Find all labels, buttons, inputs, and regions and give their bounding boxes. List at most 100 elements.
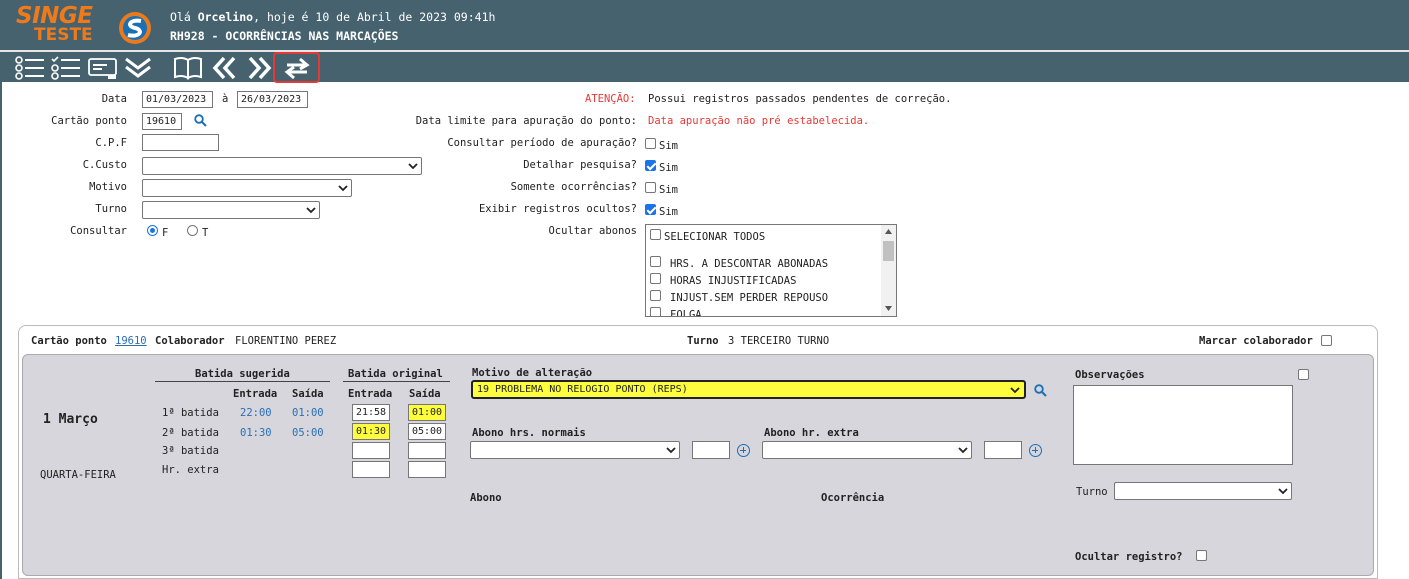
abono-option-checkbox[interactable] [650,273,661,284]
data-label: Data [101,93,127,105]
consultar-radio-t[interactable] [187,225,198,236]
original-entrada-input[interactable] [352,442,390,459]
turno-select[interactable] [142,201,320,219]
abono-option-checkbox[interactable] [650,229,661,240]
abono-normais-select[interactable] [470,441,680,459]
somente-label: Somente ocorrências? [510,181,637,193]
motivo-alteracao-label: Motivo de alteração [472,367,593,379]
data-limite-value: Data apuração não pré estabelecida. [648,115,870,127]
original-saida-input[interactable]: 01:00 [408,404,446,421]
cpf-label: C.P.F [95,137,127,149]
list-icon[interactable] [14,55,46,81]
consultar-periodo-label: Consultar período de apuração? [447,137,637,149]
consultar-label: Consultar [70,225,127,237]
motivo-select[interactable] [142,179,352,197]
abono-option-label: FOLGA [670,309,702,317]
add-abono-extra-icon[interactable] [1029,444,1042,457]
exibir-checkbox[interactable] [645,204,656,215]
toolbar [0,50,1409,83]
ocultar-registro-label: Ocultar registro? [1075,551,1183,563]
detalhar-checkbox[interactable] [645,160,656,171]
batida-row-label: 3ª batida [162,445,219,457]
book-icon[interactable] [172,55,204,81]
abono-extra-select[interactable] [762,441,972,459]
scroll-up-icon[interactable] [885,229,892,234]
page-title: RH928 - OCORRÊNCIAS NAS MARCAÇÕES [170,29,399,43]
double-chevron-right-icon[interactable] [244,55,276,81]
abono-option-checkbox[interactable] [650,290,661,301]
original-divider [343,381,450,382]
abono-column-header: Abono [470,492,502,504]
sugerida-saida-header: Saída [292,388,324,400]
colab-turno-value: 3 TERCEIRO TURNO [728,335,830,347]
abono-normais-label: Abono hrs. normais [472,427,586,439]
atencao-text: Possui registros passados pendentes de c… [648,93,952,105]
day-turno-select[interactable] [1114,482,1292,500]
batida-sugerida-header: Batida sugerida [195,368,290,380]
abono-option-checkbox[interactable] [650,256,661,267]
colab-cartao-label: Cartão ponto [31,335,107,347]
consultar-periodo-checkbox[interactable] [645,138,656,149]
abono-extra-hours-input[interactable] [984,441,1022,459]
data-separator: à [222,93,229,105]
chevron-down-icon [1010,387,1020,394]
scroll-down-icon[interactable] [885,306,892,311]
add-abono-normais-icon[interactable] [737,444,750,457]
sugerida-entrada-header: Entrada [233,388,278,400]
somente-checkbox[interactable] [645,182,656,193]
observacoes-label: Observações [1075,369,1145,381]
day-turno-label: Turno [1076,486,1108,498]
batida-row-label: 2ª batida [162,427,219,439]
abono-normais-hours-input[interactable] [692,441,730,459]
search-icon[interactable] [1034,384,1047,397]
original-entrada-input[interactable]: 01:30 [352,423,390,440]
original-entrada-header: Entrada [348,388,393,400]
cartao-ponto-input[interactable]: 19610 [142,113,182,130]
abono-option-label: INJUST.SEM PERDER REPOUSO [670,292,829,304]
colab-cartao-link[interactable]: 19610 [115,335,147,347]
motivo-label: Motivo [89,181,127,193]
abono-option-checkbox[interactable] [650,307,661,316]
ocultar-registro-checkbox[interactable] [1196,550,1207,561]
checklist-icon[interactable] [50,55,82,81]
original-saida-input[interactable]: 05:00 [408,423,446,440]
colab-turno-label: Turno [687,335,719,347]
ocultar-abonos-listbox[interactable]: SELECIONAR TODOS HRS. A DESCONTAR ABONAD… [645,224,897,317]
day-date: 1 Março [43,412,98,427]
abono-option-label: HRS. A DESCONTAR ABONADAS [670,258,829,270]
greeting-text: Olá Orcelino, hoje é 10 de Abril de 2023… [170,10,495,24]
marcar-colaborador-checkbox[interactable] [1321,335,1332,346]
greeting-prefix: Olá [170,10,198,24]
original-entrada-input[interactable] [352,461,390,478]
ccusto-label: C.Custo [82,159,127,171]
cartao-ponto-label: Cartão ponto [51,115,127,127]
observacoes-checkbox[interactable] [1298,369,1309,380]
cpf-input[interactable] [142,134,219,151]
scrollbar-thumb[interactable] [883,241,894,261]
observacoes-textarea[interactable] [1073,385,1293,465]
abono-option-label: SELECIONAR TODOS [664,231,766,243]
consultar-f-label: F [162,227,169,239]
consultar-radio-f[interactable] [147,225,158,236]
batida-row-label: Hr. extra [162,464,219,476]
abono-extra-label: Abono hr. extra [764,427,859,439]
data-limite-label: Data limite para apuração do ponto: [415,115,637,127]
batida-row-label: 1ª batida [162,407,219,419]
search-icon[interactable] [194,114,207,127]
double-chevron-down-icon[interactable] [122,55,154,81]
double-chevron-left-icon[interactable] [208,55,240,81]
logo-sub-text: TESTE [34,25,93,45]
detalhar-label: Detalhar pesquisa? [523,159,637,171]
original-saida-input[interactable] [408,461,446,478]
data-from-input[interactable]: 01/03/2023 [142,91,213,108]
original-saida-input[interactable] [408,442,446,459]
somente-sim: Sim [659,184,678,196]
data-to-input[interactable]: 26/03/2023 [237,91,308,108]
swap-icon[interactable] [273,52,320,83]
chevron-down-icon [1278,488,1288,495]
card-icon[interactable] [87,55,119,81]
colab-colaborador-value: FLORENTINO PEREZ [235,335,337,347]
motivo-alteracao-select[interactable]: 19 PROBLEMA NO RELOGIO PONTO (REPS) [471,380,1026,399]
original-entrada-input[interactable]: 21:58 [352,404,390,421]
listbox-scrollbar[interactable] [881,225,896,316]
